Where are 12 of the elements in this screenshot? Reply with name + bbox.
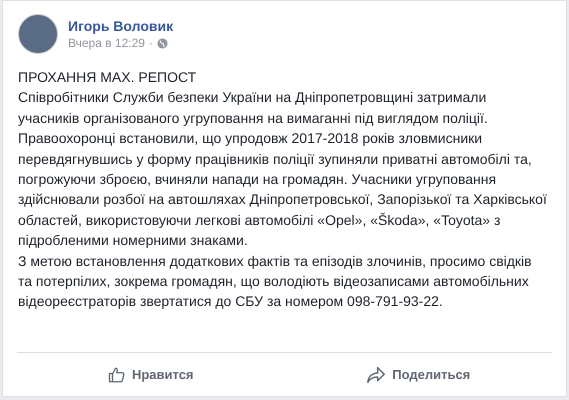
share-button[interactable]: Поделиться	[284, 353, 552, 396]
share-arrow-icon	[366, 366, 386, 384]
post-text: ПРОХАННЯ МАХ. РЕПОСТ	[18, 68, 198, 87]
post-text: Співробітники Служби безпеки України на Дніпропетровщині затримали учасників організованого угруповання на вимаганні під виглядом поліції. Правоохоронці встановили, що упродовж 2017-2018 років зловмисники перевдягнувшись у форму працівників поліції зупиняли приватні автомобілі та, погрожуючи зброєю, вчиняли напади на громадян. Учасники угруповання здійснювали розбої на автошляхах Дніпропетровської, Запорізької та Харківської областей, використовуючи легкові автомобілі «Opel», «Škoda», «Toyota» з підробленими номерними знаками.	[18, 88, 548, 250]
author-name[interactable]: Игорь Воловик	[68, 17, 174, 35]
post-time[interactable]: Вчера в 12:29	[68, 35, 145, 51]
globe-icon[interactable]	[156, 38, 168, 48]
separator-dot: ·	[148, 35, 153, 51]
post-text: З метою встановлення додаткових фактів та епізодів злочинів, просимо свідків та потерпілих, зокрема громадян, що володіють відеозаписами автомобільних відеореєстраторів звертатися до СБУ за номером 098-791-93-22.	[18, 252, 533, 312]
like-button[interactable]: Нравится	[17, 353, 284, 396]
avatar-placeholder[interactable]	[18, 14, 58, 54]
thumbs-up-icon	[108, 366, 126, 384]
